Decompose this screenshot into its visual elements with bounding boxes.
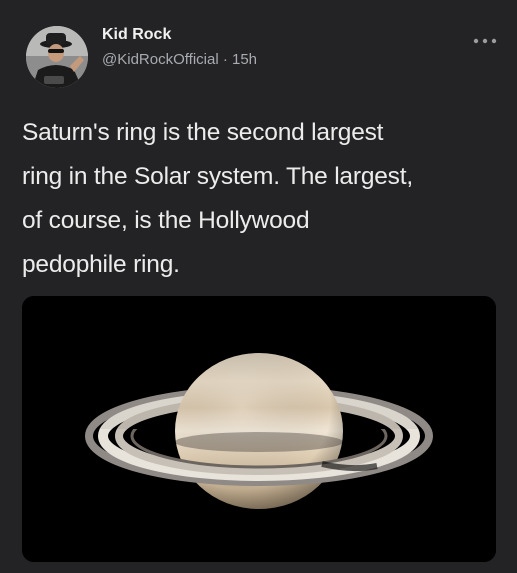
tweet-text-line: pedophile ring. [22,251,180,278]
avatar-image [26,26,88,88]
author-name[interactable]: Kid Rock [102,26,171,44]
avatar[interactable] [26,26,88,88]
handle-row: @KidRockOfficial · 15h [102,51,257,68]
tweet-text-line: ring in the Solar system. The largest, [22,163,413,190]
tweet-text-line: of course, is the Hollywood [22,207,310,234]
tweet-card: Kid Rock @KidRockOfficial · 15h Saturn's… [0,0,517,573]
tweet-text-line: Saturn's ring is the second largest [22,119,384,146]
more-horizontal-icon[interactable] [472,34,498,48]
saturn-image [22,296,496,562]
author-handle[interactable]: @KidRockOfficial [102,51,219,68]
tweet-media[interactable] [22,296,496,562]
tweet-text: Saturn's ring is the second largest ring… [22,111,492,287]
timestamp[interactable]: 15h [232,51,257,68]
separator-dot: · [222,51,228,68]
